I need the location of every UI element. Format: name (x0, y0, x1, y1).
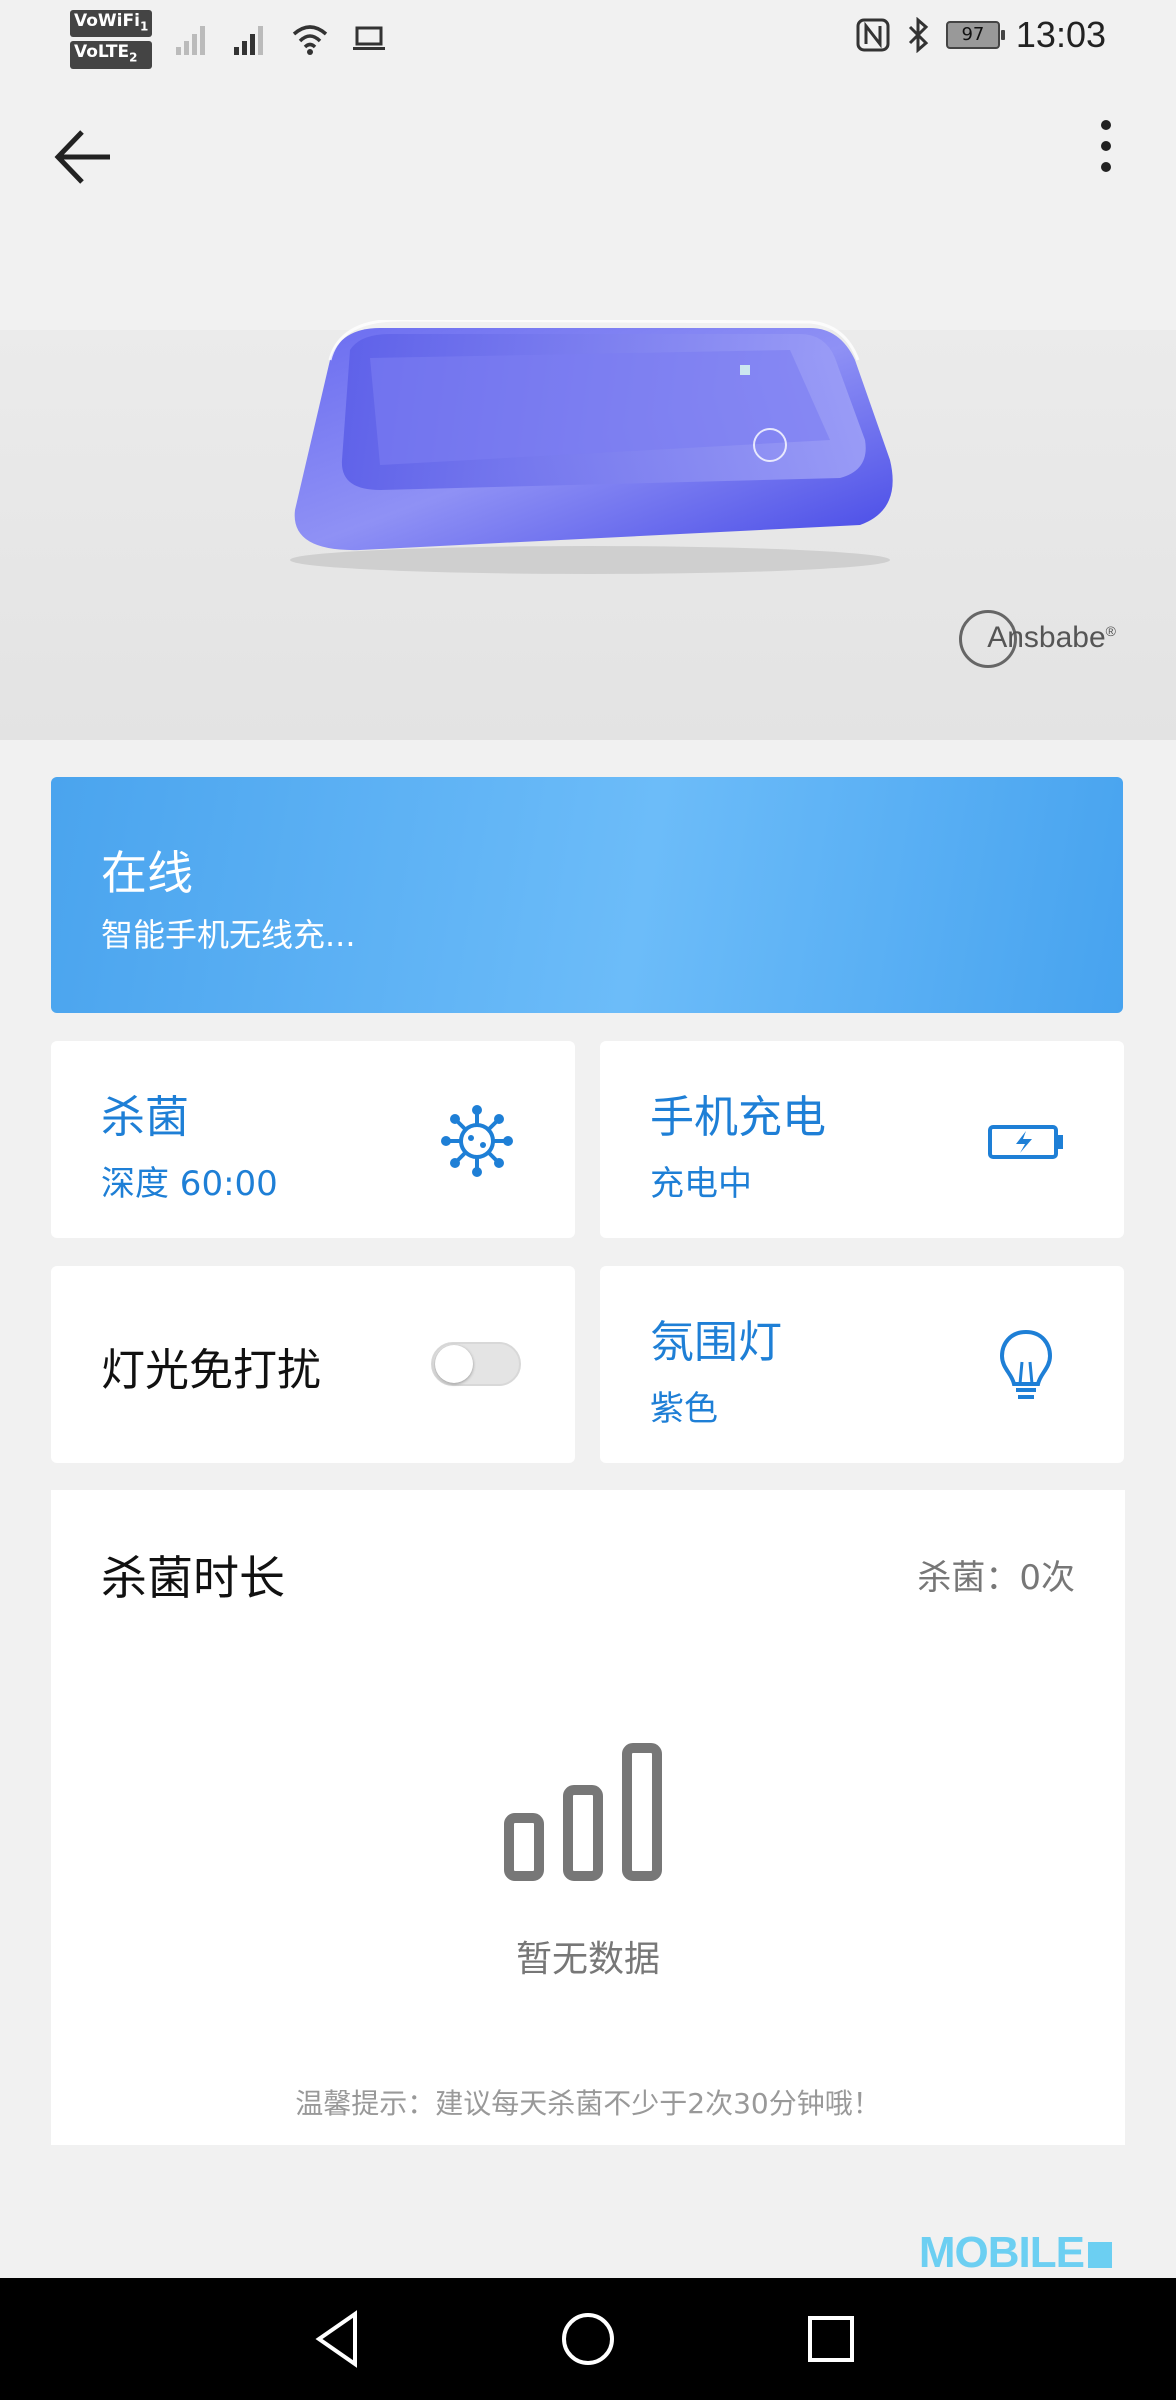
wifi-icon (293, 25, 328, 56)
wireless-charger-device-image (290, 320, 893, 574)
device-status-card[interactable]: 在线 智能手机无线充... (51, 777, 1123, 1013)
nav-home-button[interactable] (553, 2304, 623, 2374)
light-dnd-label: 灯光免打扰 (101, 1345, 321, 1396)
stats-title: 杀菌时长 (101, 1551, 285, 1605)
tip-text: 温馨提示：建议每天杀菌不少于2次30分钟哦！ (295, 2087, 881, 2120)
nfc-icon (856, 18, 890, 52)
product-hero: Ansbabe® (0, 258, 1176, 740)
app-bar (0, 80, 1176, 210)
ambient-light-tile[interactable]: 氛围灯 紫色 (600, 1266, 1124, 1463)
brand-name: Ansbabe (987, 620, 1106, 654)
status-title: 在线 (101, 846, 193, 900)
light-dnd-toggle[interactable] (431, 1342, 521, 1386)
sterilize-count: 杀菌：0次 (917, 1558, 1075, 1598)
signal-2-icon (234, 26, 264, 56)
phone-charging-tile[interactable]: 手机充电 充电中 (600, 1041, 1124, 1238)
light-dnd-tile: 灯光免打扰 (51, 1266, 575, 1463)
watermark: MOBILE (919, 2228, 1112, 2278)
sterilize-duration-card: 杀菌时长 杀菌：0次 暂无数据 温馨提示：建议每天杀菌不少于2次30分钟哦！ (51, 1490, 1125, 2145)
charging-title: 手机充电 (650, 1092, 826, 1143)
watermark-bubble (1088, 2242, 1112, 2269)
battery-charging-icon (988, 1125, 1063, 1159)
charging-status: 充电中 (650, 1164, 752, 1204)
system-nav-bar (0, 2278, 1176, 2400)
brand-logo: Ansbabe® (959, 610, 1116, 668)
lightbulb-icon (999, 1329, 1053, 1399)
nav-back-button[interactable] (305, 2304, 375, 2374)
ambient-light-title: 氛围灯 (650, 1317, 782, 1368)
ambient-light-color: 紫色 (650, 1389, 718, 1429)
more-vertical-icon (1101, 120, 1111, 172)
sterilize-title: 杀菌 (101, 1092, 189, 1143)
status-bar: VoWiFi1 VoLTE2 97 13:03 (0, 0, 1176, 72)
laptop-icon (353, 26, 386, 51)
sterilize-mode: 深度 60:00 (101, 1164, 278, 1204)
signal-1-icon (176, 26, 206, 56)
more-options-button[interactable] (1076, 112, 1136, 192)
battery-indicator: 97 (945, 21, 1005, 49)
network-badges: VoWiFi1 VoLTE2 (70, 10, 153, 69)
volte-badge: VoLTE2 (70, 41, 153, 69)
back-button[interactable] (48, 112, 128, 192)
bluetooth-icon (908, 17, 929, 53)
device-name: 智能手机无线充... (101, 916, 356, 954)
clock: 13:03 (1015, 14, 1106, 55)
empty-state-text: 暂无数据 (515, 1939, 660, 1980)
vowifi-badge: VoWiFi1 (70, 10, 153, 38)
nav-recents-button[interactable] (796, 2304, 866, 2374)
empty-chart-icon (504, 1743, 662, 1881)
toggle-knob (435, 1345, 473, 1383)
watermark-text: MOBILE (918, 2228, 1085, 2277)
status-right: 97 13:03 (856, 14, 1106, 56)
sterilize-tile[interactable]: 杀菌 深度 60:00 (51, 1041, 575, 1238)
bacteria-icon (441, 1105, 513, 1177)
status-left: VoWiFi1 VoLTE2 (70, 10, 386, 69)
arrow-left-icon (54, 130, 110, 184)
